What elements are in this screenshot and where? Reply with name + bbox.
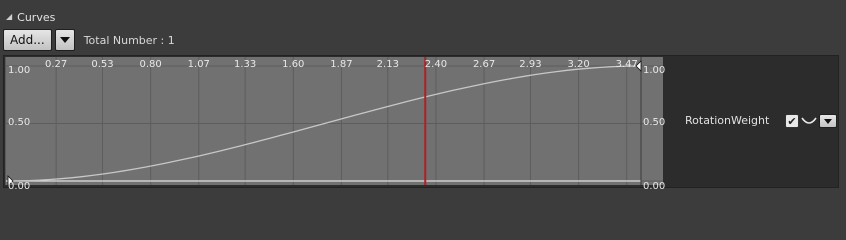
x-tick-label: 3.20 [567, 59, 590, 70]
y-tick-label-right: 0.00 [643, 181, 666, 192]
x-tick-label: 1.33 [234, 59, 257, 70]
x-tick-label: 0.53 [91, 59, 114, 70]
y-tick-label-left: 0.00 [8, 181, 31, 192]
collapse-triangle-icon[interactable]: ◢ [6, 13, 12, 21]
track-name: RotationWeight [685, 114, 770, 127]
curve-graph[interactable]: 0.27 0.53 0.80 1.07 1.33 1.60 1.87 2.13 2.40 2.67… [5, 57, 666, 192]
check-icon: ✔ [787, 114, 797, 128]
curves-section-header[interactable]: ◢ Curves [6, 9, 55, 25]
x-tick-label: 3.47 [615, 59, 638, 70]
x-tick-label: 0.80 [139, 59, 162, 70]
x-tick-label: 1.60 [282, 59, 305, 70]
x-tick-label: 2.67 [472, 59, 496, 70]
x-tick-label: 2.40 [424, 59, 448, 70]
y-tick-label-right: 0.50 [643, 116, 666, 128]
x-tick-label: 2.13 [376, 59, 399, 70]
section-title: Curves [17, 10, 56, 24]
y-tick-label-left: 1.00 [8, 65, 31, 76]
track-options-dropdown[interactable] [819, 114, 837, 128]
x-tick-label: 1.07 [187, 59, 210, 70]
curves-toolbar: Add... Total Number : 1 [3, 29, 175, 51]
add-options-dropdown[interactable] [54, 29, 75, 51]
x-tick-label: 2.93 [519, 59, 542, 70]
y-tick-label-right: 1.00 [643, 65, 666, 76]
curve-shape-icon[interactable] [801, 116, 817, 126]
y-tick-label-left: 0.50 [8, 116, 31, 128]
x-tick-label: 1.87 [330, 59, 353, 70]
track-enabled-checkbox[interactable]: ✔ [785, 114, 799, 128]
curve-graph-canvas[interactable] [6, 57, 663, 185]
total-number-label: Total Number : 1 [83, 33, 175, 47]
x-tick-label: 0.27 [45, 59, 68, 70]
chevron-down-icon [824, 118, 832, 124]
chevron-down-icon [59, 37, 70, 43]
add-curve-button[interactable]: Add... [3, 29, 52, 51]
